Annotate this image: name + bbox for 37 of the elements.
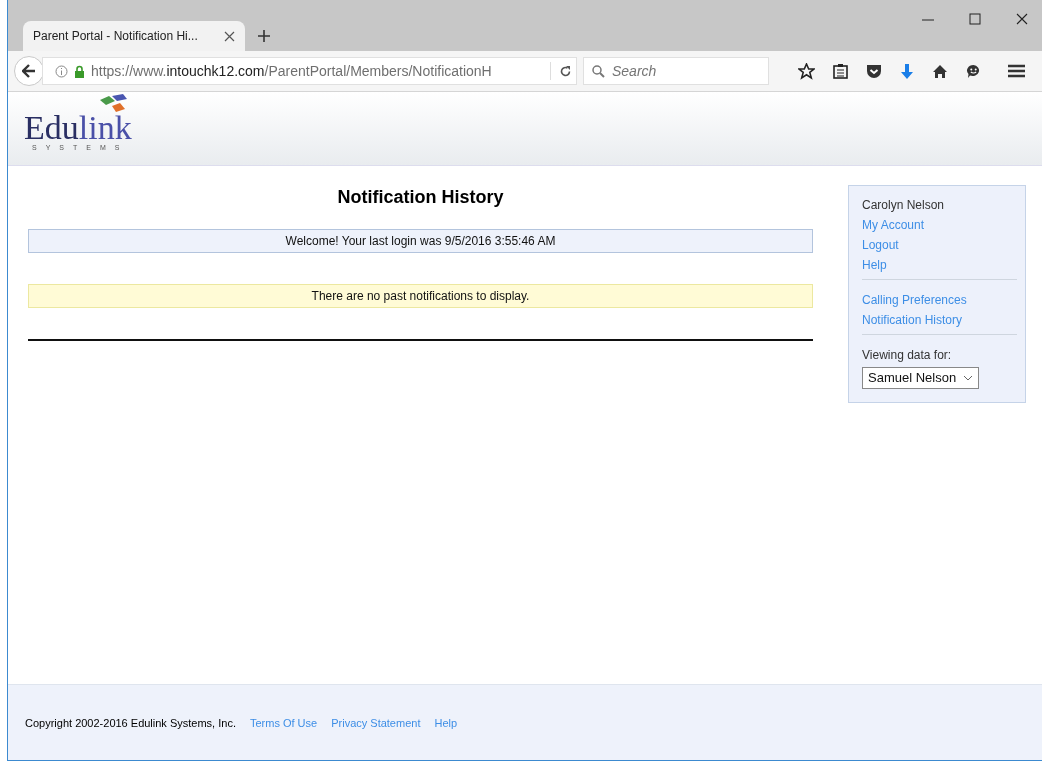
info-icon[interactable] — [55, 64, 68, 78]
footer-link[interactable]: Help — [434, 716, 458, 729]
footer-link[interactable]: Privacy Statement — [331, 716, 421, 729]
new-tab-icon[interactable] — [257, 29, 271, 43]
lock-icon — [74, 64, 85, 78]
reload-icon[interactable] — [559, 64, 572, 78]
user-name: Carolyn Nelson — [862, 198, 945, 212]
menu-icon[interactable] — [1008, 64, 1025, 78]
student-dropdown[interactable]: Samuel Nelson — [862, 367, 979, 389]
welcome-banner: Welcome! Your last login was 9/5/2016 3:55:46 AM — [28, 229, 813, 253]
download-icon[interactable] — [900, 62, 914, 80]
notice-banner: There are no past notifications to display. — [28, 284, 813, 308]
chat-icon[interactable] — [966, 63, 981, 79]
home-icon[interactable] — [932, 63, 948, 79]
url-text: https://www.intouchk12.com/ParentPortal/Members/NotificationH — [91, 63, 493, 79]
account-link[interactable]: My Account — [862, 215, 925, 235]
page-link[interactable]: Calling Preferences — [862, 290, 967, 310]
page-title: Notification History — [336, 186, 505, 209]
page-link[interactable]: Notification History — [862, 310, 963, 330]
maximize-icon[interactable] — [968, 12, 982, 26]
copyright-text: Copyright 2002-2016 Edulink Systems, Inc. — [25, 716, 236, 729]
back-arrow-icon — [22, 64, 36, 78]
pocket-icon[interactable] — [866, 63, 882, 79]
clipboard-icon[interactable] — [833, 63, 848, 79]
footer-link[interactable]: Terms Of Use — [249, 716, 318, 729]
logo-text: Edulink — [24, 111, 132, 144]
search-field[interactable]: Search — [583, 57, 769, 85]
star-icon[interactable] — [798, 62, 815, 80]
caret-icon — [963, 375, 973, 381]
close-icon[interactable] — [1015, 12, 1029, 26]
browser-tab[interactable]: Parent Portal - Notification Hi... — [23, 21, 245, 51]
close-icon[interactable] — [224, 30, 235, 42]
account-link[interactable]: Help — [862, 255, 887, 275]
address-bar[interactable]: https://www.intouchk12.com/ParentPortal/Members/NotificationH — [42, 57, 577, 85]
viewing-label: Viewing data for: — [862, 348, 952, 362]
back-button[interactable] — [14, 56, 44, 86]
account-link[interactable]: Logout — [862, 235, 899, 255]
